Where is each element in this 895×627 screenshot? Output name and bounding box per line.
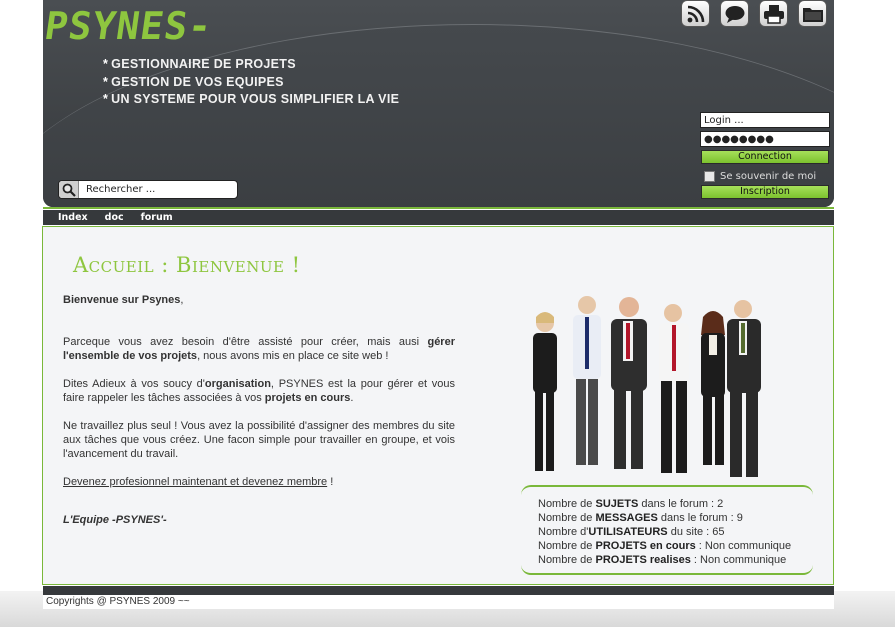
site-stats: Nombre de SUJETS dans le forum : 2 Nombr… <box>521 485 813 575</box>
connection-button[interactable]: Connection <box>701 150 829 164</box>
person-6 <box>727 300 761 477</box>
tagline-item: * GESTION DE VOS EQUIPES <box>103 74 284 89</box>
footer-copyright: Copyrights @ PSYNES 2009 ~~ <box>43 595 834 609</box>
intro-paragraph-2: Dites Adieux à vos soucy d'organisation,… <box>63 378 456 404</box>
tagline-item: * GESTIONNAIRE DE PROJETS <box>103 57 296 71</box>
site-logo[interactable]: PSYNES- <box>43 2 216 50</box>
person-1 <box>533 312 557 471</box>
person-4 <box>659 304 689 473</box>
remember-me-checkbox[interactable] <box>704 170 715 182</box>
nav-item-forum[interactable]: forum <box>141 212 173 223</box>
intro-paragraph-1: Parceque vous avez besoin d'être assisté… <box>63 336 455 362</box>
password-field[interactable] <box>700 131 830 147</box>
chat-bubble-icon[interactable] <box>720 0 749 27</box>
remember-me-label: Se souvenir de moi <box>720 170 817 182</box>
nav-item-index[interactable]: Index <box>58 212 88 223</box>
team-signature: L'Equipe -PSYNES'- <box>63 514 167 526</box>
intro-paragraph-3: Ne travaillez plus seul ! Vous avez la p… <box>63 420 455 460</box>
header-icon-bar <box>681 0 827 27</box>
site-header: PSYNES- * GESTIONNAIRE DE PROJETS * GESTIO… <box>43 0 834 207</box>
intro-text: Bienvenue sur Psynes, Parceque vous avez… <box>63 293 455 527</box>
search-input[interactable] <box>79 181 234 198</box>
search-icon[interactable] <box>59 181 79 198</box>
remember-me-row: Se souvenir de moi <box>704 167 830 185</box>
tagline-item: * UN SYSTEME POUR VOUS SIMPLIFIER LA VIE <box>103 92 400 106</box>
stat-row: Nombre de PROJETS realises : Non communi… <box>538 554 787 566</box>
cta-line: Devenez profesionnel maintenant et deven… <box>63 476 334 488</box>
stat-row: Nombre de SUJETS dans le forum : 2 <box>538 498 724 510</box>
rss-icon[interactable] <box>681 0 710 27</box>
header-divider <box>43 207 834 209</box>
inscription-button[interactable]: Inscription <box>701 185 829 199</box>
stat-row: Nombre de MESSAGES dans le forum : 9 <box>538 512 743 524</box>
person-3 <box>611 297 647 469</box>
stat-row: Nombre d'UTILISATEURS du site : 65 <box>538 526 725 538</box>
team-photo <box>533 296 761 477</box>
login-panel: Connection Se souvenir de moi Inscriptio… <box>700 112 830 199</box>
login-field[interactable] <box>700 112 830 128</box>
stat-row: Nombre de PROJETS en cours : Non communi… <box>538 540 792 552</box>
become-member-link[interactable]: Devenez profesionnel maintenant et deven… <box>63 476 327 488</box>
search-box <box>58 180 238 199</box>
header-taglines: * GESTIONNAIRE DE PROJETS * GESTION DE VOS… <box>103 56 399 109</box>
person-2 <box>573 296 601 465</box>
footer-bar <box>43 586 834 595</box>
page-title: Accueil : Bienvenue ! <box>73 253 301 277</box>
main-nav: Index doc forum <box>43 210 834 225</box>
page: PSYNES- * GESTIONNAIRE DE PROJETS * GESTIO… <box>0 0 895 627</box>
main-content: Accueil : Bienvenue ! Bienvenue sur Psyn… <box>42 226 834 585</box>
printer-icon[interactable] <box>759 0 788 27</box>
welcome-line: Bienvenue sur Psynes, <box>63 294 184 306</box>
nav-item-doc[interactable]: doc <box>105 212 124 223</box>
person-5 <box>701 311 725 465</box>
folder-icon[interactable] <box>798 0 827 27</box>
